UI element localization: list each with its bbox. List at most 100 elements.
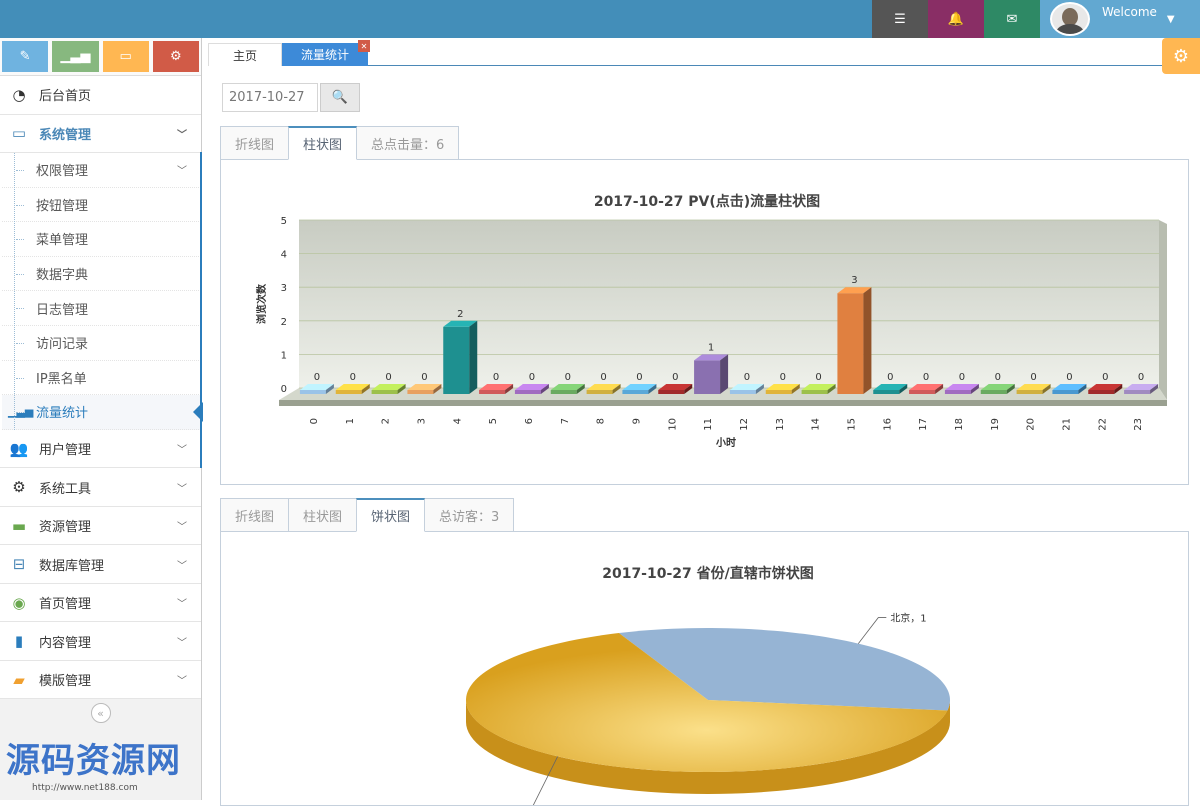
messages-button[interactable]: ✉ (984, 0, 1040, 38)
sidebar-subitem-menus[interactable]: 菜单管理 (2, 222, 201, 257)
close-icon[interactable]: ✕ (358, 40, 370, 52)
bar-front (729, 390, 756, 394)
x-tick-label: 12 (739, 418, 750, 431)
subitem-label: 流量统计 (36, 406, 89, 422)
bar (837, 287, 872, 394)
data-label: 0 (780, 372, 786, 383)
sidebar-item-dashboard[interactable]: ◔ 后台首页 (0, 76, 201, 115)
subitem-label: 菜单管理 (36, 233, 89, 249)
bar-front (586, 390, 613, 394)
desktop-icon: ▭ (11, 124, 27, 143)
sidebar-item-resources[interactable]: ▬ 资源管理 ﹀ (0, 506, 201, 546)
sidebar-item-users[interactable]: 👥 用户管理 ﹀ (0, 429, 201, 469)
subitem-label: 访问记录 (36, 337, 89, 353)
chevron-down-icon: ﹀ (177, 560, 187, 572)
tab-home[interactable]: 主页 (208, 43, 282, 66)
hdd-icon: ⊟ (12, 555, 26, 573)
sidebar-item-label: 系统管理 (39, 127, 92, 143)
book-icon: ▮ (14, 632, 24, 650)
tab-traffic[interactable]: 流量统计 ✕ (282, 40, 370, 66)
x-tick-label: 18 (954, 418, 965, 431)
x-tick-label: 16 (882, 418, 893, 431)
x-tick-label: 9 (631, 418, 642, 424)
sidebar-item-homepage[interactable]: ◉ 首页管理 ﹀ (0, 583, 201, 623)
bar-front (873, 390, 900, 394)
bar-front (1088, 390, 1115, 394)
pie-chart: 2017-10-27 省份/直辖市饼状图北京，1黑龙江，2 (465, 565, 951, 805)
x-tick-label: 23 (1133, 418, 1144, 431)
data-label: 0 (672, 372, 678, 383)
bar-side (720, 354, 729, 394)
x-tick-label: 11 (703, 418, 714, 431)
active-rail (200, 152, 202, 468)
date-input[interactable]: 2017-10-27 (222, 83, 318, 112)
data-label: 0 (1102, 372, 1108, 383)
shortcut-signal[interactable]: ▁▃▅ (52, 41, 99, 72)
tasks-button[interactable]: ☰ (872, 0, 928, 38)
sidebar-item-templates[interactable]: ▰ 模版管理 ﹀ (0, 660, 201, 700)
y-tick-label: 1 (281, 350, 287, 361)
double-chevron-left-icon[interactable]: « (90, 703, 111, 724)
bar-front (909, 390, 936, 394)
data-label: 0 (314, 372, 320, 383)
x-tick-label: 14 (811, 418, 822, 431)
submenu: 权限管理 ﹀ 按钮管理 菜单管理 数据字典 日志管理 访问记录 IP黑名单 ▁▃… (0, 153, 203, 430)
chart-title: 2017-10-27 省份/直辖市饼状图 (602, 565, 814, 582)
sidebar-subitem-buttons[interactable]: 按钮管理 (2, 187, 201, 223)
caret-down-icon: ▼ (1166, 13, 1175, 25)
chevron-down-icon: ﹀ (177, 676, 187, 687)
sidebar-subitem-visits[interactable]: 访问记录 (2, 325, 201, 361)
sidebar-item-content[interactable]: ▮ 内容管理 ﹀ (0, 622, 201, 661)
data-label: 1 (708, 342, 714, 353)
shortcut-pencil[interactable]: ✎ (2, 41, 49, 72)
notifications-button[interactable]: 🔔 (928, 0, 984, 38)
sidebar-item-tools[interactable]: ⚙ 系统工具 ﹀ (0, 468, 201, 507)
globe-icon: ◉ (12, 593, 26, 612)
x-tick-label: 17 (918, 418, 929, 431)
sidebar-subitem-logs[interactable]: 日志管理 (2, 291, 201, 326)
folder-open-icon: ▰ (13, 670, 25, 689)
settings-gear-icon[interactable]: ⚙ (1162, 38, 1200, 74)
tab-line-chart[interactable]: 折线图 (220, 126, 290, 160)
sidebar-item-system[interactable]: ▭ 系统管理 ﹀ (0, 114, 201, 153)
tab-line-chart[interactable]: 折线图 (220, 498, 290, 532)
subitem-label: IP黑名单 (36, 371, 87, 387)
tab-total-clicks[interactable]: 总点击量：6 (356, 126, 460, 160)
x-tick-label: 6 (524, 418, 535, 424)
sidebar-item-label: 首页管理 (39, 597, 92, 612)
search-icon: 🔍 (331, 90, 349, 105)
chart-title: 2017-10-27 PV(点击)流量柱状图 (594, 193, 820, 210)
bar-side (469, 320, 478, 394)
data-label: 0 (636, 372, 642, 383)
chart-tabs-1: 折线图 柱状图 总点击量：6 (220, 126, 460, 160)
data-label: 0 (565, 372, 571, 383)
watermark: 源码资源网 (6, 741, 181, 781)
tab-pie-chart[interactable]: 饼状图 (356, 498, 426, 532)
tab-bar-chart[interactable]: 柱状图 (288, 498, 358, 532)
sidebar-subitem-ip-blacklist[interactable]: IP黑名单 (2, 360, 201, 396)
tab-bar-chart[interactable]: 柱状图 (288, 126, 358, 160)
bar-chart-icon: ▁▃▅ (8, 405, 34, 419)
x-tick-label: 22 (1097, 418, 1108, 431)
shortcut-book[interactable]: ▭ (102, 41, 149, 72)
search-button[interactable]: 🔍 (320, 83, 360, 112)
cog-icon: ⚙ (12, 478, 26, 496)
user-menu[interactable]: Welcome ▼ (1040, 0, 1200, 38)
bar-front (694, 360, 721, 394)
bar-front (514, 390, 541, 394)
sidebar-subitem-permissions[interactable]: 权限管理 ﹀ (2, 153, 201, 188)
sidebar-subitem-traffic[interactable]: ▁▃▅ 流量统计 (2, 395, 203, 430)
chevron-down-icon: ﹀ (177, 522, 187, 533)
sidebar-subitem-dictionary[interactable]: 数据字典 (2, 256, 201, 292)
bar-front (658, 390, 685, 394)
bar-front (622, 390, 649, 394)
subitem-label: 日志管理 (36, 302, 89, 318)
sidebar-collapse: « (0, 699, 201, 727)
chevron-down-icon: ﹀ (177, 483, 187, 495)
sidebar-item-database[interactable]: ⊟ 数据库管理 ﹀ (0, 545, 201, 584)
bar-side (863, 287, 872, 394)
bar-front (801, 390, 828, 394)
tab-total-visitors[interactable]: 总访客：3 (424, 498, 515, 532)
shortcut-cogs[interactable]: ⚙ (152, 41, 199, 72)
data-label: 0 (529, 372, 535, 383)
